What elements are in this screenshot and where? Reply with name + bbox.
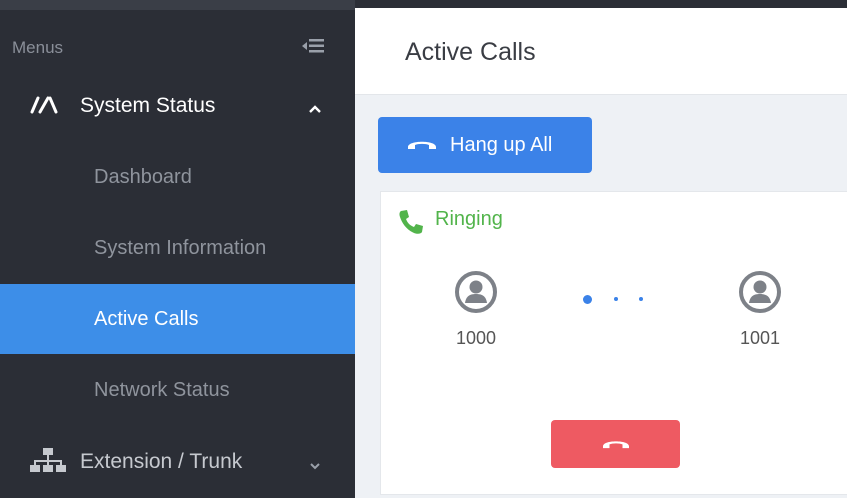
call-card: Ringing 1000 1001	[380, 191, 847, 495]
call-status-text: Ringing	[435, 208, 503, 230]
connecting-dot	[614, 297, 618, 301]
menu-collapse-icon[interactable]	[302, 37, 324, 55]
sidebar-item-label: Dashboard	[94, 165, 192, 188]
connecting-dot	[583, 295, 592, 304]
sidebar-item-network-status[interactable]: Network Status	[0, 355, 355, 425]
callee: 1001	[720, 270, 800, 349]
sidebar-item-label: Network Status	[94, 378, 230, 401]
speedometer-icon	[26, 92, 66, 121]
phone-hangup-icon	[603, 441, 629, 449]
sidebar-top-strip	[0, 0, 355, 10]
hang-up-all-label: Hang up All	[450, 134, 553, 156]
sidebar-item-system-information[interactable]: System Information	[0, 213, 355, 283]
caller: 1000	[436, 270, 516, 349]
user-avatar-icon	[455, 271, 497, 313]
user-avatar-icon	[739, 271, 781, 313]
connecting-dot	[639, 297, 643, 301]
callee-extension: 1001	[739, 328, 781, 348]
caller-extension: 1000	[455, 328, 497, 348]
sidebar: Menus System Status Dashboard System Inf…	[0, 0, 355, 498]
chevron-down-icon	[308, 458, 322, 470]
hang-up-call-button[interactable]	[551, 420, 680, 468]
sidebar-group-label: Extension / Trunk	[80, 450, 243, 473]
page-header: Active Calls	[355, 8, 847, 95]
network-tree-icon	[30, 447, 66, 478]
phone-hangup-icon	[408, 141, 436, 149]
sidebar-item-active-calls[interactable]: Active Calls	[0, 284, 355, 354]
page-title: Active Calls	[405, 38, 536, 66]
sidebar-group-label: System Status	[80, 94, 216, 117]
sidebar-group-system-status[interactable]: System Status	[0, 82, 355, 130]
phone-icon	[399, 210, 423, 234]
hang-up-all-button[interactable]: Hang up All	[378, 117, 592, 173]
menus-label: Menus	[12, 38, 64, 57]
main-content: Active Calls Hang up All Ringing 1000 10…	[355, 0, 847, 498]
sidebar-item-dashboard[interactable]: Dashboard	[0, 142, 355, 212]
sidebar-item-label: Active Calls	[94, 307, 199, 330]
top-strip	[355, 0, 847, 8]
sidebar-item-label: System Information	[94, 236, 267, 259]
sidebar-group-extension-trunk[interactable]: Extension / Trunk	[0, 438, 355, 486]
chevron-up-icon	[308, 101, 322, 113]
